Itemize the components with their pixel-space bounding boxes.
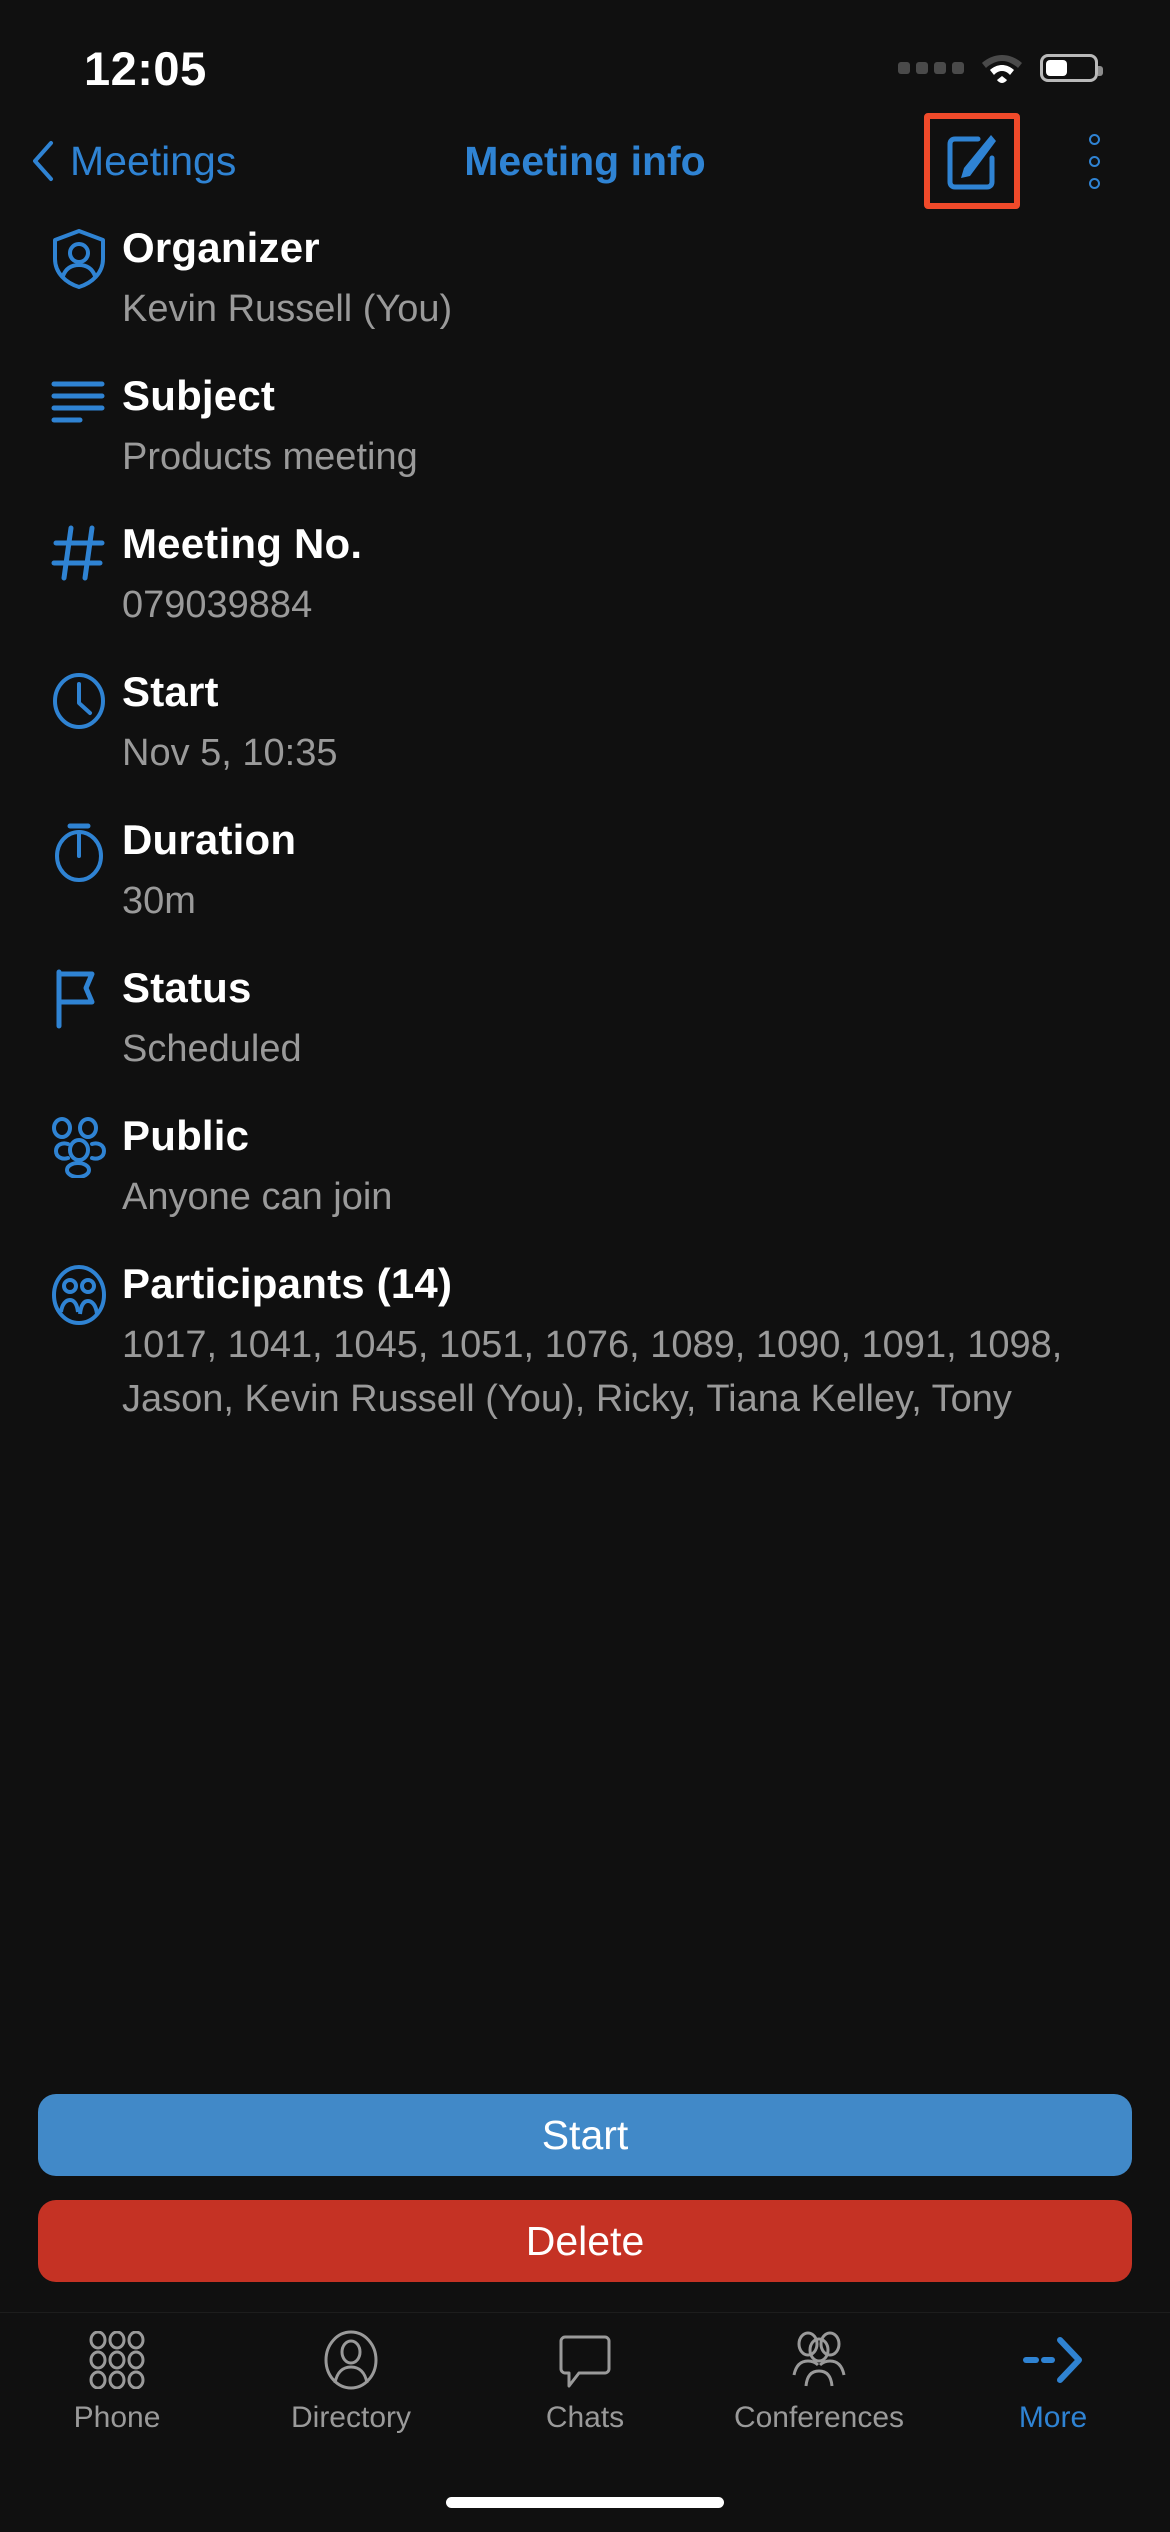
tab-more[interactable]: More <box>936 2329 1170 2435</box>
start-button[interactable]: Start <box>38 2094 1132 2176</box>
chevron-left-icon <box>33 141 53 181</box>
tab-directory[interactable]: Directory <box>234 2329 468 2435</box>
flag-icon <box>56 969 95 1029</box>
detail-label: Participants (14) <box>122 1260 453 1307</box>
hash-icon <box>51 525 105 581</box>
action-buttons: Start Delete <box>0 2094 1170 2282</box>
edit-meeting-button[interactable] <box>924 113 1020 209</box>
detail-row-participants[interactable]: Participants (14) 1017, 1041, 1045, 1051… <box>36 1258 1124 1426</box>
app-screen: 12:05 Meetings Meeting info Organizer Ke… <box>0 0 1170 2532</box>
people-group-icon <box>52 1117 107 1178</box>
back-button[interactable]: Meetings <box>30 138 236 185</box>
bottom-tab-bar: Phone Directory Chats Conferences More <box>0 2312 1170 2472</box>
detail-value: Scheduled <box>122 1028 302 1070</box>
status-time: 12:05 <box>84 41 207 95</box>
detail-label: Duration <box>122 816 297 863</box>
tab-phone[interactable]: Phone <box>0 2329 234 2435</box>
more-vertical-icon <box>1088 133 1100 145</box>
detail-row-start[interactable]: Start Nov 5, 10:35 <box>36 666 1124 780</box>
detail-value: 30m <box>122 880 196 922</box>
navigation-bar: Meetings Meeting info <box>0 108 1170 214</box>
battery-icon <box>1040 54 1103 82</box>
detail-row-meeting-number[interactable]: Meeting No. 079039884 <box>36 518 1124 632</box>
status-bar: 12:05 <box>0 0 1170 108</box>
clock-icon <box>53 673 105 729</box>
delete-button[interactable]: Delete <box>38 2200 1132 2282</box>
detail-value: Anyone can join <box>122 1176 393 1218</box>
detail-label: Status <box>122 964 252 1011</box>
wifi-icon <box>982 55 1022 83</box>
detail-label: Meeting No. <box>122 520 363 567</box>
status-indicators <box>898 51 1103 85</box>
detail-label: Public <box>122 1112 250 1159</box>
dialpad-icon <box>89 2331 145 2389</box>
detail-label: Organizer <box>122 224 320 271</box>
edit-pencil-square-icon <box>947 135 996 190</box>
tab-label: Conferences <box>733 2401 905 2434</box>
detail-value: Products meeting <box>122 436 418 478</box>
detail-row-status[interactable]: Status Scheduled <box>36 962 1124 1076</box>
more-options-button[interactable] <box>1064 118 1124 204</box>
group-icon <box>792 2331 846 2387</box>
detail-row-subject[interactable]: Subject Products meeting <box>36 370 1124 484</box>
tab-conferences[interactable]: Conferences <box>702 2329 936 2435</box>
arrow-right-dashed-icon <box>1023 2337 1082 2383</box>
participants-icon <box>52 1265 106 1325</box>
detail-value: Nov 5, 10:35 <box>122 732 338 774</box>
detail-label: Subject <box>122 372 276 419</box>
detail-row-duration[interactable]: Duration 30m <box>36 814 1124 928</box>
meeting-details-list: Organizer Kevin Russell (You) Subject Pr… <box>0 214 1170 2094</box>
stopwatch-icon <box>55 823 103 882</box>
chat-bubble-icon <box>559 2335 611 2388</box>
tab-label: Directory <box>290 2401 411 2434</box>
detail-value: 1017, 1041, 1045, 1051, 1076, 1089, 1090… <box>122 1324 1063 1420</box>
shield-person-icon <box>53 229 105 289</box>
tab-chats[interactable]: Chats <box>468 2329 702 2435</box>
detail-value: 079039884 <box>122 584 313 626</box>
tab-label: Phone <box>73 2401 161 2434</box>
detail-value: Kevin Russell (You) <box>122 288 453 330</box>
navbar-actions <box>924 113 1124 209</box>
home-indicator[interactable] <box>446 2496 724 2508</box>
tab-label: More <box>1018 2401 1088 2434</box>
detail-row-public[interactable]: Public Anyone can join <box>36 1110 1124 1224</box>
list-lines-icon <box>51 381 105 423</box>
back-button-label: Meetings <box>70 137 237 184</box>
detail-row-organizer[interactable]: Organizer Kevin Russell (You) <box>36 222 1124 336</box>
home-indicator-area <box>0 2472 1170 2532</box>
signal-dots-icon <box>898 62 964 74</box>
detail-label: Start <box>122 668 219 715</box>
tab-label: Chats <box>545 2401 625 2434</box>
contact-icon <box>324 2330 378 2390</box>
